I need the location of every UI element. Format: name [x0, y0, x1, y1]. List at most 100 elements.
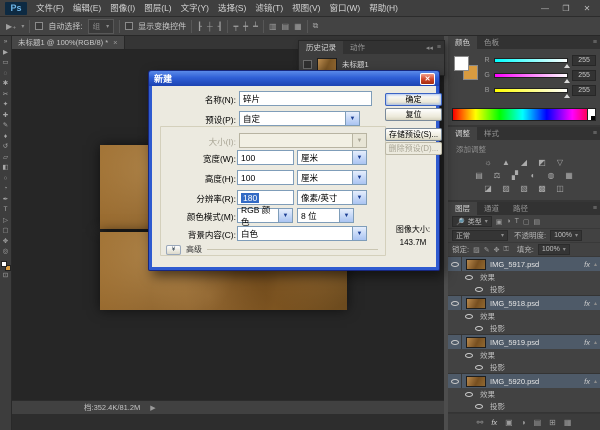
hand-tool-icon[interactable]: ✥ [0, 237, 12, 248]
menu-item-file[interactable]: 文件(F) [36, 2, 64, 14]
fx-badge[interactable]: fx [584, 299, 590, 308]
blue-slider[interactable] [494, 88, 568, 93]
name-input[interactable]: 碎片 [239, 91, 372, 106]
tab-styles[interactable]: 样式 [477, 127, 506, 140]
channel-mixer-icon[interactable]: ◍ [545, 170, 558, 181]
add-layer-mask-icon[interactable]: ▣ [505, 418, 513, 427]
layer-name[interactable]: IMG_5919.psd [490, 338, 580, 347]
brightness-contrast-icon[interactable]: ☼ [482, 157, 495, 168]
menu-item-edit[interactable]: 编辑(E) [73, 2, 101, 14]
layer-thumbnail[interactable] [466, 376, 486, 387]
blend-mode-dropdown[interactable]: 正常▾ [452, 230, 508, 241]
fx-badge[interactable]: fx [584, 260, 590, 269]
document-tab-close-icon[interactable]: × [113, 38, 117, 47]
photo-filter-icon[interactable]: ◐ [527, 170, 540, 181]
dialog-close-button[interactable]: ✕ [420, 73, 435, 85]
effects-collapse-icon[interactable]: ▴ [594, 339, 597, 346]
reset-button[interactable]: 复位 [385, 108, 442, 121]
type-tool-icon[interactable]: T [0, 205, 12, 216]
auto-align-layers-icon[interactable]: ⧉ [313, 21, 319, 31]
status-options-arrow-icon[interactable]: ▶ [150, 404, 155, 412]
lock-transparency-icon[interactable]: ▨ [473, 246, 480, 254]
menu-item-select[interactable]: 选择(S) [218, 2, 246, 14]
eraser-tool-icon[interactable]: ▱ [0, 153, 12, 164]
healing-brush-tool-icon[interactable]: ✚ [0, 111, 12, 122]
panel-menu-icon[interactable]: ≡ [593, 205, 597, 212]
gradient-map-icon[interactable]: ▩ [536, 183, 549, 194]
red-value[interactable]: 255 [572, 55, 596, 66]
crop-tool-icon[interactable]: ✂ [0, 90, 12, 101]
effects-collapse-icon[interactable]: ▴ [594, 378, 597, 385]
align-right-edges-icon[interactable]: ┷ [253, 22, 258, 31]
delete-layer-icon[interactable]: ▦ [564, 418, 572, 427]
menu-item-layer[interactable]: 图层(L) [144, 2, 171, 14]
link-layers-icon[interactable]: ⚯ [477, 418, 484, 427]
opacity-value[interactable]: 100%▾ [550, 230, 582, 241]
visibility-eye-icon[interactable] [451, 340, 459, 345]
advanced-expand-icon[interactable]: ¥ [166, 245, 181, 255]
add-layer-style-icon[interactable]: fx [491, 418, 497, 427]
exposure-icon[interactable]: ◩ [536, 157, 549, 168]
zoom-tool-icon[interactable]: ◎ [0, 247, 12, 258]
threshold-icon[interactable]: ▧ [518, 183, 531, 194]
filter-kind-dropdown[interactable]: 🔎 类型▾ [452, 216, 492, 227]
effects-collapse-icon[interactable]: ▴ [594, 300, 597, 307]
visibility-eye-icon[interactable] [465, 353, 473, 358]
height-input[interactable]: 100 [237, 170, 294, 185]
resolution-unit-dropdown[interactable]: 像素/英寸▼ [297, 190, 367, 205]
layer-row[interactable]: IMG_5920.psd fx ▴ [448, 374, 600, 388]
document-tab[interactable]: 未标题1 @ 100%(RGB/8) * × [12, 36, 125, 49]
path-selection-tool-icon[interactable]: ▷ [0, 216, 12, 227]
restore-button[interactable]: ❐ [558, 4, 574, 13]
color-mode-dropdown[interactable]: RGB 颜色▼ [237, 208, 293, 223]
black-white-icon[interactable]: ▞ [509, 170, 522, 181]
lock-all-icon[interactable]: ⚿ [503, 246, 508, 254]
red-slider[interactable] [494, 58, 568, 63]
eyedropper-tool-icon[interactable]: ✦ [0, 100, 12, 111]
show-transform-checkbox[interactable] [125, 22, 133, 30]
align-top-edges-icon[interactable]: ┠ [197, 22, 202, 31]
visibility-eye-icon[interactable] [465, 314, 473, 319]
drop-shadow-row[interactable]: 投影 [448, 283, 600, 295]
new-group-icon[interactable]: ▤ [534, 418, 542, 427]
tab-layers[interactable]: 图层 [448, 202, 477, 215]
background-dropdown[interactable]: 白色▼ [237, 226, 367, 241]
align-horizontal-centers-icon[interactable]: ┿ [243, 22, 248, 31]
toolbar-collapse-icon[interactable]: » [0, 37, 12, 48]
effects-row[interactable]: 效果 [448, 349, 600, 361]
tab-history[interactable]: 历史记录 [299, 41, 343, 54]
preset-dropdown[interactable]: 自定▼ [239, 111, 360, 126]
curves-icon[interactable]: ◢ [518, 157, 531, 168]
filter-smart-object-icon[interactable]: ▤ [534, 218, 541, 226]
brush-tool-icon[interactable]: ✎ [0, 121, 12, 132]
visibility-eye-icon[interactable] [475, 365, 483, 370]
history-brush-source-box[interactable] [303, 60, 312, 69]
pen-tool-icon[interactable]: ✒ [0, 195, 12, 206]
auto-select-checkbox[interactable] [35, 22, 43, 30]
tab-actions[interactable]: 动作 [343, 41, 372, 54]
align-bottom-edges-icon[interactable]: ┨ [218, 22, 223, 31]
tab-paths[interactable]: 路径 [506, 202, 535, 215]
panel-menu-icon[interactable]: ≡ [593, 130, 597, 137]
new-layer-icon[interactable]: ⊞ [549, 418, 556, 427]
filter-type-icon[interactable]: T [515, 218, 519, 225]
shape-tool-icon[interactable]: ▢ [0, 226, 12, 237]
filter-adjustment-icon[interactable]: ◑ [506, 218, 510, 225]
layer-row[interactable]: IMG_5917.psd fx ▴ [448, 257, 600, 271]
menu-item-image[interactable]: 图像(I) [110, 2, 135, 14]
menu-item-type[interactable]: 文字(Y) [181, 2, 209, 14]
visibility-eye-icon[interactable] [475, 326, 483, 331]
vibrance-icon[interactable]: ▽ [554, 157, 567, 168]
layer-thumbnail[interactable] [466, 259, 486, 270]
distribute-bottom-icon[interactable]: ▦ [294, 22, 302, 31]
history-brush-tool-icon[interactable]: ↺ [0, 142, 12, 153]
visibility-eye-icon[interactable] [451, 379, 459, 384]
ok-button[interactable]: 确定 [385, 93, 442, 106]
foreground-color-swatch[interactable] [454, 56, 469, 71]
menu-item-window[interactable]: 窗口(W) [330, 2, 361, 14]
effects-collapse-icon[interactable]: ▴ [594, 261, 597, 268]
width-unit-dropdown[interactable]: 厘米▼ [297, 150, 367, 165]
quick-mask-icon[interactable]: ⊡ [0, 271, 12, 282]
minimize-button[interactable]: — [537, 4, 553, 13]
marquee-tool-icon[interactable]: ▭ [0, 58, 12, 69]
